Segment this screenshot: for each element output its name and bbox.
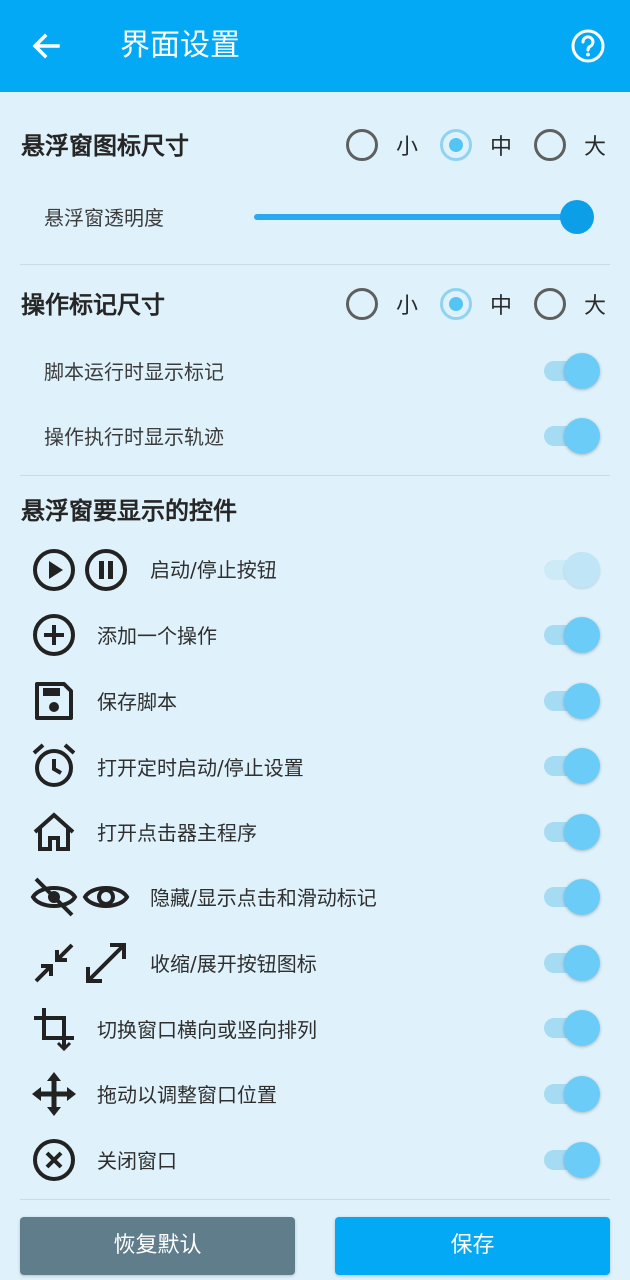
- radio-button[interactable]: [533, 129, 566, 161]
- add-circle-icon: [33, 614, 75, 656]
- radio-label: 中: [489, 135, 512, 160]
- orientation-toggle[interactable]: [544, 1008, 600, 1048]
- row-label-orientation: 切换窗口横向或竖向排列: [97, 1018, 317, 1042]
- alarm-clock-icon: [32, 743, 76, 787]
- page-title: 界面设置: [120, 28, 240, 63]
- pause-circle-icon: [85, 549, 127, 591]
- close-circle-icon: [33, 1139, 75, 1181]
- float-icon-size-option-large[interactable]: 大: [533, 129, 606, 161]
- save-button[interactable]: 保存: [335, 1217, 610, 1275]
- row-label-drag-window: 拖动以调整窗口位置: [97, 1083, 277, 1107]
- drag-window-toggle[interactable]: [544, 1074, 600, 1114]
- back-arrow-icon[interactable]: [26, 26, 66, 66]
- help-icon[interactable]: [568, 26, 608, 66]
- eye-off-icon: [30, 877, 78, 917]
- row-label-start-stop: 启动/停止按钮: [150, 558, 277, 582]
- timer-settings-toggle[interactable]: [544, 746, 600, 786]
- row-label-add-operation: 添加一个操作: [97, 624, 217, 648]
- radio-label: 小: [395, 294, 418, 319]
- radio-label: 小: [395, 135, 418, 160]
- float-icon-size-title: 悬浮窗图标尺寸: [21, 132, 189, 160]
- toggle-marks-toggle[interactable]: [544, 877, 600, 917]
- opacity-slider-thumb[interactable]: [560, 200, 594, 234]
- radio-button[interactable]: [345, 288, 378, 320]
- float-opacity-label: 悬浮窗透明度: [44, 206, 164, 230]
- radio-label: 大: [583, 294, 606, 319]
- opacity-slider-track[interactable]: [254, 214, 576, 220]
- start-stop-toggle[interactable]: [544, 550, 600, 590]
- row-label-save-script: 保存脚本: [97, 690, 177, 714]
- show-marks-toggle[interactable]: [544, 351, 600, 391]
- mark-size-option-large[interactable]: 大: [533, 288, 606, 320]
- radio-label: 大: [583, 135, 606, 160]
- home-icon: [33, 812, 75, 851]
- float-icon-size-option-small[interactable]: 小: [345, 129, 418, 161]
- mark-size-radio-group: 小 中 大: [345, 288, 606, 320]
- divider: [20, 264, 610, 265]
- show-trail-toggle[interactable]: [544, 416, 600, 456]
- close-window-toggle[interactable]: [544, 1140, 600, 1180]
- show-marks-label: 脚本运行时显示标记: [44, 360, 224, 384]
- mark-size-option-small[interactable]: 小: [345, 288, 418, 320]
- row-label-toggle-marks: 隐藏/显示点击和滑动标记: [150, 886, 377, 910]
- collapse-icon: [34, 943, 74, 983]
- controls-title: 悬浮窗要显示的控件: [21, 497, 237, 525]
- radio-button[interactable]: [345, 129, 378, 161]
- divider: [20, 1199, 610, 1200]
- app-bar: 界面设置: [0, 0, 630, 92]
- row-label-timer-settings: 打开定时启动/停止设置: [97, 756, 304, 780]
- collapse-expand-toggle[interactable]: [544, 943, 600, 983]
- show-trail-label: 操作执行时显示轨迹: [44, 425, 224, 449]
- crop-rotate-icon: [34, 1008, 74, 1052]
- row-label-close-window: 关闭窗口: [97, 1149, 177, 1173]
- move-icon: [32, 1072, 76, 1116]
- radio-label: 中: [489, 294, 512, 319]
- float-icon-size-option-medium[interactable]: 中: [439, 129, 512, 161]
- play-circle-icon: [33, 549, 75, 591]
- row-label-open-main: 打开点击器主程序: [97, 821, 257, 845]
- divider: [20, 475, 610, 476]
- restore-defaults-button[interactable]: 恢复默认: [20, 1217, 295, 1275]
- mark-size-option-medium[interactable]: 中: [439, 288, 512, 320]
- radio-button[interactable]: [533, 288, 566, 320]
- mark-size-title: 操作标记尺寸: [21, 291, 165, 319]
- radio-button[interactable]: [439, 288, 472, 320]
- float-icon-size-radio-group: 小 中 大: [345, 129, 606, 161]
- add-operation-toggle[interactable]: [544, 615, 600, 655]
- radio-button[interactable]: [439, 129, 472, 161]
- eye-icon: [82, 886, 130, 908]
- open-main-toggle[interactable]: [544, 812, 600, 852]
- save-script-toggle[interactable]: [544, 681, 600, 721]
- save-icon: [35, 682, 73, 720]
- row-label-collapse-expand: 收缩/展开按钮图标: [150, 952, 317, 976]
- expand-icon: [86, 943, 126, 983]
